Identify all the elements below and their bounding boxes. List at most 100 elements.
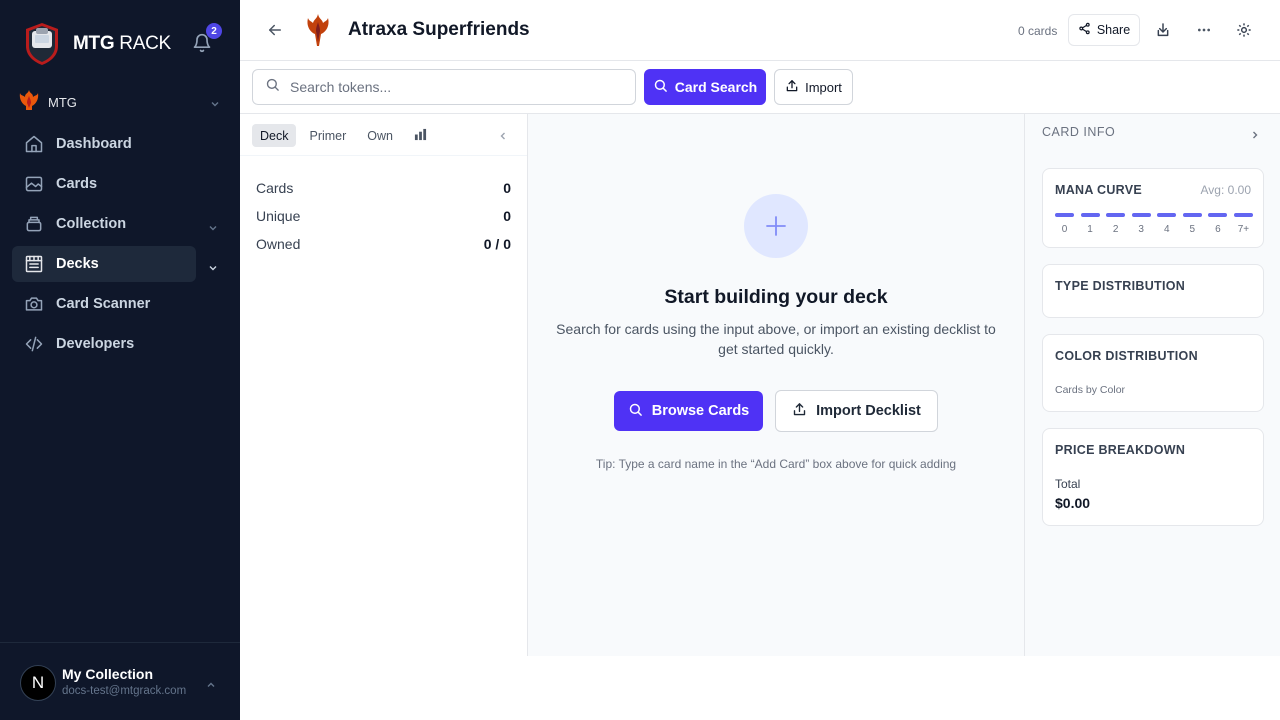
type-distribution-title: TYPE DISTRIBUTION [1055, 279, 1186, 293]
mana-curve-bar [1157, 213, 1177, 217]
card-info-panel: CARD INFO MANA CURVE Avg: 0.00 0 1 2 3 4… [1024, 114, 1280, 656]
search-input[interactable] [290, 79, 610, 95]
mana-curve-bars [1055, 213, 1253, 217]
mana-curve-title: MANA CURVE [1055, 183, 1143, 197]
card-search-label: Card Search [674, 79, 758, 95]
more-options-icon[interactable] [1195, 21, 1213, 39]
user-name: My Collection [62, 666, 154, 682]
deck-stats: Cards 0 Unique 0 Owned 0 / 0 [256, 174, 511, 258]
sidebar-nav: Dashboard Cards Collection Decks Card Sc… [12, 126, 228, 366]
mana-curve-labels: 0 1 2 3 4 5 6 7+ [1055, 224, 1253, 235]
sidebar-item-label: Cards [56, 176, 98, 192]
card-search-button[interactable]: Card Search [644, 69, 766, 105]
mana-cost-label: 7+ [1237, 224, 1250, 235]
deck-header: Atraxa Superfriends 0 cards Share [240, 0, 1280, 61]
code-icon [24, 334, 44, 354]
browse-cards-label: Browse Cards [651, 403, 750, 419]
mana-cost-label: 3 [1138, 224, 1144, 235]
chevron-down-icon [208, 260, 218, 278]
price-breakdown-title: PRICE BREAKDOWN [1055, 443, 1186, 457]
token-search-box[interactable] [252, 69, 636, 105]
upload-icon [792, 402, 807, 421]
import-decklist-label: Import Decklist [816, 403, 921, 419]
mana-cost-label: 1 [1087, 224, 1093, 235]
logo-shield-icon [24, 22, 60, 66]
mana-cost-label: 5 [1189, 224, 1196, 235]
back-arrow-icon[interactable] [266, 21, 284, 39]
image-icon [24, 174, 44, 194]
logo-text: MTG RACK [73, 33, 171, 54]
mana-curve-card: MANA CURVE Avg: 0.00 0 1 2 3 4 5 6 7+ [1042, 168, 1264, 248]
browse-cards-button[interactable]: Browse Cards [614, 391, 763, 431]
stat-value: 0 [503, 180, 511, 196]
game-flame-icon [18, 89, 40, 115]
chevron-down-icon [208, 220, 218, 238]
box-icon [24, 214, 44, 234]
price-total-value: $0.00 [1055, 495, 1091, 511]
mana-curve-bar [1233, 213, 1253, 217]
mana-curve-bar [1182, 213, 1202, 217]
deck-toolbar: Card Search Import [240, 61, 1280, 114]
search-icon [628, 402, 643, 421]
mana-curve-bar [1080, 213, 1100, 217]
type-distribution-card: TYPE DISTRIBUTION [1042, 264, 1264, 318]
collapse-panel-icon[interactable] [498, 128, 508, 146]
tab-deck[interactable]: Deck [252, 124, 297, 147]
import-decklist-button[interactable]: Import Decklist [775, 390, 938, 432]
color-distribution-card: COLOR DISTRIBUTION Cards by Color [1042, 334, 1264, 412]
color-distribution-title: COLOR DISTRIBUTION [1055, 349, 1198, 363]
mana-curve-bar [1208, 213, 1228, 217]
sidebar-item-dashboard[interactable]: Dashboard [12, 126, 228, 162]
import-button[interactable]: Import [774, 69, 853, 105]
search-icon [265, 77, 280, 97]
quick-add-tip: Tip: Type a card name in the “Add Card” … [595, 457, 957, 471]
empty-state-title: Start building your deck [664, 286, 888, 308]
sidebar-item-label: Decks [56, 256, 99, 272]
stat-label: Owned [256, 236, 301, 252]
chevron-right-icon[interactable] [1250, 127, 1260, 145]
tab-stats[interactable] [406, 124, 435, 147]
tab-own[interactable]: Own [359, 124, 401, 147]
stat-value: 0 [503, 208, 511, 224]
avatar: N [20, 665, 56, 701]
divider [240, 155, 527, 156]
chevron-up-icon [206, 677, 216, 695]
deck-stats-panel: Deck Primer Own Cards 0 Unique 0 Owned 0… [240, 114, 528, 656]
download-icon[interactable] [1154, 21, 1172, 39]
mana-curve-bar [1055, 213, 1074, 217]
user-menu[interactable]: N My Collection docs-test@mtgrack.com [0, 642, 240, 720]
mana-curve-average: Avg: 0.00 [1200, 183, 1251, 197]
mana-cost-label: 4 [1163, 224, 1170, 235]
card-info-title: CARD INFO [1042, 125, 1116, 139]
chevron-down-icon [210, 96, 220, 114]
camera-icon [24, 294, 44, 314]
price-breakdown-card: PRICE BREAKDOWN Total $0.00 [1042, 428, 1264, 526]
stat-label: Unique [256, 208, 301, 224]
sidebar-item-decks[interactable]: Decks [12, 246, 217, 282]
share-icon [1078, 22, 1091, 38]
share-button[interactable]: Share [1068, 14, 1140, 46]
stat-label: Cards [256, 180, 294, 196]
mana-curve-bar [1131, 213, 1151, 217]
game-selector-label: MTG [48, 94, 77, 110]
sidebar-item-collection[interactable]: Collection [12, 206, 228, 242]
stat-value: 0 / 0 [483, 236, 511, 252]
price-total-label: Total [1055, 477, 1081, 491]
mana-cost-label: 2 [1112, 224, 1119, 235]
sidebar-item-card-scanner[interactable]: Card Scanner [12, 286, 228, 322]
sidebar-item-label: Card Scanner [56, 296, 151, 312]
settings-gear-icon[interactable] [1235, 21, 1253, 39]
tab-primer[interactable]: Primer [301, 124, 354, 147]
game-selector[interactable]: MTG [18, 88, 224, 116]
app-logo[interactable]: MTG RACK [24, 22, 171, 66]
sidebar-item-label: Developers [56, 336, 135, 352]
import-button-label: Import [805, 79, 842, 95]
deck-card-count: 0 cards [1018, 24, 1058, 38]
home-icon [24, 134, 44, 154]
user-email: docs-test@mtgrack.com [62, 685, 187, 697]
mana-cost-label: 6 [1215, 224, 1221, 235]
sidebar-item-developers[interactable]: Developers [12, 326, 228, 362]
bar-chart-icon [414, 128, 427, 144]
sidebar-item-cards[interactable]: Cards [12, 166, 228, 202]
deck-icon [24, 254, 44, 274]
